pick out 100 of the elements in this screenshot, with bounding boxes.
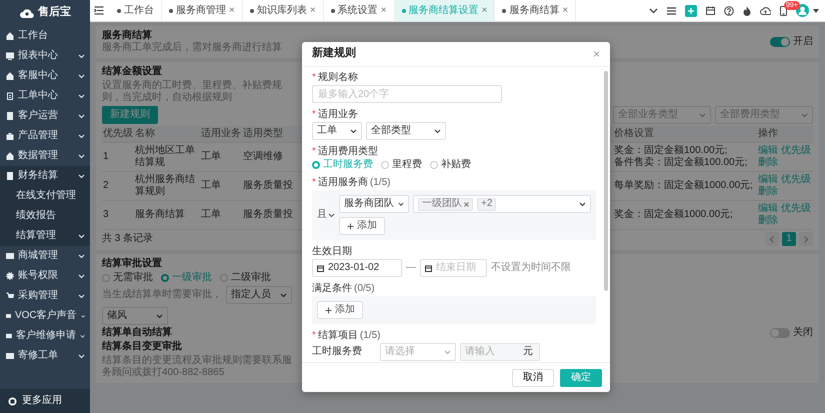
previous-page-button[interactable] bbox=[765, 232, 779, 246]
sidebar-item[interactable]: 数据管理 bbox=[0, 146, 90, 166]
sidebar-item[interactable]: 结算管理 bbox=[0, 226, 90, 246]
column-header: 操作 bbox=[757, 126, 813, 143]
sidebar-item[interactable]: 财务结算 bbox=[0, 166, 90, 186]
chevron-down-icon bbox=[398, 202, 404, 206]
date-field[interactable]: 结束日期 bbox=[420, 259, 487, 277]
page-title: 服务商结算 bbox=[102, 30, 153, 42]
more-apps-button[interactable]: 更多应用 bbox=[0, 389, 90, 413]
date-input[interactable]: 2023-01-02 bbox=[312, 259, 402, 277]
dot-icon bbox=[502, 8, 506, 12]
table-cell: 2 bbox=[102, 172, 134, 201]
field-label: 生效日期 bbox=[312, 246, 352, 258]
tab[interactable]: 服务商管理 × bbox=[162, 0, 243, 21]
sidebar-item[interactable]: 客户维修申请 bbox=[0, 326, 90, 346]
chevron-left-icon bbox=[770, 236, 774, 242]
section-description: 设置服务商的工时费、里程费、补贴费规则，当完成时，自动根据规则 bbox=[102, 80, 283, 104]
add-button[interactable]: 添加 bbox=[317, 301, 363, 319]
toggle-switch[interactable] bbox=[770, 37, 790, 47]
chevron-down-icon bbox=[78, 94, 85, 98]
house-icon bbox=[6, 72, 14, 80]
radio-option[interactable]: 无需审批 bbox=[102, 272, 153, 284]
sidebar-item[interactable]: 工作台 bbox=[0, 26, 90, 46]
table-cell: 杭州服务商结算规则 bbox=[134, 172, 200, 201]
required-mark: * bbox=[312, 72, 316, 84]
tab[interactable]: 知识库列表 × bbox=[242, 0, 324, 21]
sidebar-item[interactable]: 在线支付管理 bbox=[0, 186, 90, 206]
list-icon bbox=[667, 6, 676, 14]
plus-icon bbox=[347, 222, 354, 230]
tab[interactable]: 服务商结算 × bbox=[495, 0, 576, 21]
select-field[interactable]: 工单 bbox=[312, 122, 362, 140]
required-mark: * bbox=[312, 330, 316, 342]
cancel-button[interactable]: 取消 bbox=[512, 368, 554, 386]
select-field[interactable]: 服务商团队 bbox=[339, 195, 409, 213]
column-header: 名称 bbox=[134, 126, 200, 143]
required-mark: * bbox=[312, 146, 316, 158]
field-label: 结算项目 bbox=[318, 330, 358, 342]
section-title: 结算审批设置 bbox=[102, 258, 163, 270]
card-icon bbox=[6, 312, 11, 320]
tag: 一级团队 bbox=[418, 198, 473, 210]
tab[interactable]: 工作台 bbox=[110, 0, 162, 21]
rule-name-input[interactable]: 最多输入20个字 bbox=[312, 85, 502, 103]
modal-title: 新建规则 bbox=[312, 47, 356, 61]
dot-icon bbox=[117, 8, 121, 12]
field-label: 规则名称 bbox=[318, 72, 358, 84]
table-cell: 工单 bbox=[200, 172, 242, 201]
tab-close-button[interactable]: × bbox=[482, 4, 488, 16]
toggle-switch[interactable] bbox=[770, 328, 790, 338]
radio-option[interactable]: 二级审批 bbox=[220, 272, 271, 284]
section-title: 结算金额设置 bbox=[102, 66, 163, 78]
add-button[interactable]: 添加 bbox=[339, 217, 385, 235]
radio-option[interactable]: 补贴费 bbox=[430, 159, 471, 171]
add-button[interactable] bbox=[685, 4, 697, 16]
sidebar-item[interactable]: 客服中心 bbox=[0, 66, 90, 86]
chevron-down-icon bbox=[444, 350, 451, 354]
select-field[interactable]: 全部类型 bbox=[366, 122, 446, 140]
house-icon bbox=[6, 152, 14, 160]
amount-field[interactable]: 请输入 元 bbox=[460, 343, 540, 361]
chevron-down-icon bbox=[579, 202, 586, 206]
gear-icon bbox=[6, 272, 14, 280]
sidebar-item[interactable]: 寄修工单 bbox=[0, 346, 90, 366]
section-title: 结算条目变更审批 bbox=[102, 341, 183, 353]
tab-close-button[interactable]: × bbox=[562, 4, 568, 16]
sidebar-item[interactable]: 采购管理 bbox=[0, 286, 90, 306]
table-cell: 杭州地区工单结算规 bbox=[134, 143, 200, 172]
tab-close-button[interactable]: × bbox=[229, 4, 235, 16]
chevron-down-icon bbox=[78, 254, 85, 258]
flame-icon bbox=[743, 6, 751, 16]
sidebar-item[interactable]: VOC客户声音 bbox=[0, 306, 90, 326]
select-field[interactable]: 指定人员 bbox=[226, 286, 292, 304]
sidebar-item[interactable]: 产品管理 bbox=[0, 126, 90, 146]
dot-icon bbox=[250, 8, 254, 12]
dot-icon bbox=[169, 8, 173, 12]
sidebar-item[interactable]: 报表中心 bbox=[0, 46, 90, 66]
amount-input[interactable]: 请输入 bbox=[465, 346, 519, 358]
count-text: (0/5) bbox=[354, 282, 375, 294]
sidebar-item[interactable]: 工单中心 bbox=[0, 86, 90, 106]
plus-icon bbox=[325, 306, 332, 314]
tab-close-button[interactable]: × bbox=[380, 4, 387, 16]
multi-select-field[interactable]: 一级团队 +2 bbox=[413, 195, 591, 213]
caret-down-icon bbox=[813, 8, 819, 12]
sidebar-item[interactable]: 绩效报告 bbox=[0, 206, 90, 226]
required-mark: * bbox=[312, 176, 316, 188]
select-field[interactable]: 储风 bbox=[102, 307, 168, 325]
sidebar-item[interactable]: 账号权限 bbox=[0, 266, 90, 286]
next-page-button[interactable] bbox=[799, 232, 813, 246]
card-icon bbox=[6, 352, 14, 360]
sidebar-item[interactable]: 客户运营 bbox=[0, 106, 90, 126]
tab-close-button[interactable]: × bbox=[310, 4, 316, 16]
tab[interactable]: 服务商结算设置 × bbox=[394, 0, 496, 21]
chevron-down-icon bbox=[434, 128, 441, 134]
table-cell: 工单 bbox=[200, 143, 242, 172]
field-label: 适用服务商 bbox=[318, 176, 368, 188]
count-text: (1/5) bbox=[370, 176, 390, 188]
phone-icon bbox=[780, 6, 787, 16]
radio-option[interactable]: 里程费 bbox=[381, 159, 422, 171]
sidebar-item[interactable]: 商城管理 bbox=[0, 246, 90, 266]
logic-operator: 且 bbox=[317, 209, 327, 221]
card-icon bbox=[6, 332, 12, 340]
field-label: 适用费用类型 bbox=[318, 146, 378, 158]
